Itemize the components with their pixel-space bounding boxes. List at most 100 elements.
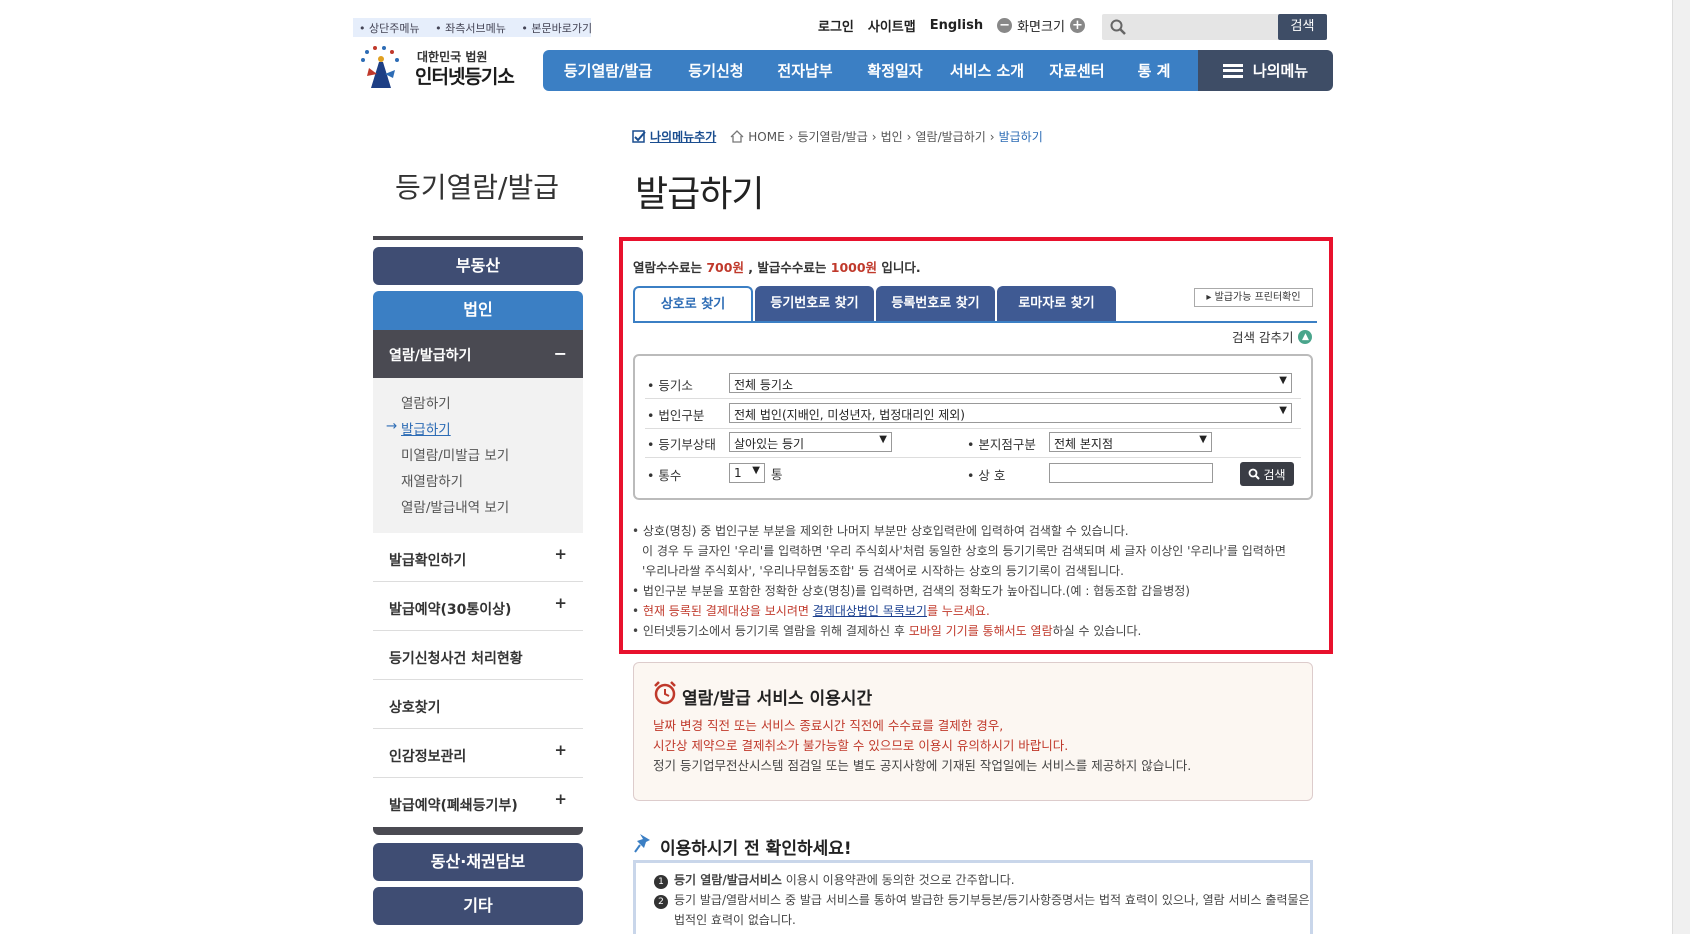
check-before-use-title: 이용하시기 전 확인하세요! [660, 839, 852, 859]
zoom-in-icon[interactable]: + [1069, 18, 1085, 33]
tab-by-registry-number[interactable]: 등기번호로 찾기 [755, 286, 874, 322]
sidebar-sub-issue[interactable]: 발급하기 [386, 418, 583, 444]
registry-status-value: 살아있는 등기 [734, 437, 805, 451]
expand-icon[interactable]: + [554, 594, 567, 612]
form-search-button[interactable]: 검색 [1240, 462, 1294, 486]
skip-links: • 상단주메뉴 • 좌측서브메뉴 • 본문바로가기 [353, 18, 592, 37]
company-name-input[interactable] [1049, 463, 1213, 483]
form-divider [645, 428, 1301, 429]
view-fee: 700원 [706, 260, 744, 275]
collapse-icon[interactable]: − [554, 344, 567, 363]
sidebar-sub-review[interactable]: 재열람하기 [401, 470, 583, 496]
search-icon [1110, 19, 1126, 35]
english-link[interactable]: English [930, 18, 983, 33]
sidebar-item-etc[interactable]: 기타 [373, 887, 583, 925]
corp-type-select[interactable]: 전체 법인(지배인, 미성년자, 법정대리인 제외) ▼ [729, 403, 1292, 423]
breadcrumb-view-issue[interactable]: 열람/발급하기 [915, 128, 985, 145]
search-icon [1249, 468, 1261, 480]
dropdown-arrow-icon: ▼ [1279, 375, 1287, 386]
hide-search-toggle[interactable]: 검색 감추기 ▲ [1232, 327, 1313, 346]
service-line: 정기 등기업무전산시스템 점검일 또는 별도 공지사항에 기재된 작업일에는 서… [653, 758, 1192, 773]
check-item: 2 등기 발급/열람서비스 중 발급 서비스를 통하여 발급한 등기부등본/등기사… [654, 890, 1310, 910]
sidebar-top-bar [373, 236, 583, 240]
sidebar-item-label: 발급예약(30통이상) [389, 602, 512, 618]
sidebar-item-case-status[interactable]: 등기신청사건 처리현황 [373, 631, 583, 680]
skip-link-sub-menu[interactable]: • 좌측서브메뉴 [435, 22, 512, 35]
nav-registry-view[interactable]: 등기열람/발급 [543, 60, 673, 81]
sidebar-item-issue-check[interactable]: 발급확인하기 + [373, 533, 583, 582]
expand-icon[interactable]: + [554, 741, 567, 759]
copies-label: 통수 [647, 465, 681, 484]
payment-target-list-link[interactable]: 결제대상법인 목록보기 [813, 604, 927, 618]
skip-link-content[interactable]: • 본문바로가기 [521, 22, 598, 35]
nav-statistics[interactable]: 통 계 [1119, 60, 1189, 81]
breadcrumb-home[interactable]: HOME [748, 130, 784, 144]
tab-by-name[interactable]: 상호로 찾기 [633, 286, 753, 323]
breadcrumb-corporation[interactable]: 법인 [881, 128, 903, 145]
sidebar-sub-unviewed[interactable]: 미열람/미발급 보기 [401, 444, 583, 470]
registry-status-label: 등기부상태 [647, 434, 716, 453]
sidebar-group-view-issue[interactable]: 열람/발급하기 − [373, 330, 583, 378]
note-item: • 인터넷등기소에서 등기기록 열람을 위해 결제하신 후 모바일 기기를 통해… [632, 624, 1142, 638]
nav-resources[interactable]: 자료센터 [1035, 60, 1119, 81]
registry-office-select[interactable]: 전체 등기소 ▼ [729, 373, 1292, 393]
branch-type-label: 본지점구분 [967, 434, 1036, 453]
expand-icon[interactable]: + [554, 790, 567, 808]
sidebar-item-label: 발급예약(폐쇄등기부) [389, 798, 518, 814]
form-search-label: 검색 [1263, 467, 1286, 482]
login-link[interactable]: 로그인 [818, 16, 854, 35]
branch-type-value: 전체 본지점 [1054, 437, 1114, 451]
branch-type-select[interactable]: 전체 본지점 ▼ [1049, 432, 1212, 452]
dropdown-arrow-icon: ▼ [752, 465, 760, 476]
note-item: • 상호(명칭) 중 법인구분 부분을 제외한 나머지 부분만 상호입력란에 입… [632, 524, 1129, 538]
search-button[interactable]: 검색 [1278, 14, 1327, 40]
check-before-use-list: 1 등기 열람/발급서비스 이용시 이용약관에 동의한 것으로 간주합니다. 2등… [654, 870, 1310, 930]
dropdown-arrow-icon: ▼ [1199, 434, 1207, 445]
breadcrumb-separator: › [989, 129, 995, 144]
registry-status-select[interactable]: 살아있는 등기 ▼ [729, 432, 892, 452]
fee-text: , 발급수수료는 [743, 260, 831, 275]
sidebar-item-issue-reserve[interactable]: 발급예약(30통이상) + [373, 582, 583, 631]
sidebar-title: 등기열람/발급 [395, 171, 559, 204]
breadcrumb-separator: › [906, 129, 912, 144]
copies-unit: 통 [771, 467, 783, 482]
logo[interactable]: 대한민국 법원 인터넷등기소 [357, 42, 527, 92]
nav-fixed-date[interactable]: 확정일자 [851, 60, 939, 81]
expand-icon[interactable]: + [554, 545, 567, 563]
nav-service-intro[interactable]: 서비스 소개 [939, 60, 1035, 81]
sidebar-sub-history[interactable]: 열람/발급내역 보기 [401, 496, 583, 522]
sitemap-link[interactable]: 사이트맵 [868, 16, 916, 35]
sidebar-item-closed-reserve[interactable]: 발급예약(폐쇄등기부) + [373, 778, 583, 827]
breadcrumb-registry[interactable]: 등기열람/발급 [797, 128, 867, 145]
sidebar-item-movable[interactable]: 동산·채권담보 [373, 843, 583, 881]
chevron-up-icon: ▲ [1298, 329, 1313, 344]
service-line: 날짜 변경 직전 또는 서비스 종료시간 직전에 수수료를 결제한 경우, [653, 718, 1004, 733]
printer-check-button[interactable]: ▸ 발급가능 프린터확인 [1194, 288, 1313, 307]
check-item: 1 등기 열람/발급서비스 이용시 이용약관에 동의한 것으로 간주합니다. [654, 870, 1310, 890]
checkbox-icon [632, 129, 646, 143]
zoom-out-icon[interactable]: − [997, 18, 1013, 33]
nav-registry-apply[interactable]: 등기신청 [673, 60, 759, 81]
logo-title: 인터넷등기소 [415, 66, 515, 88]
my-menu-button[interactable]: 나의메뉴 [1198, 50, 1333, 91]
number-badge: 2 [654, 895, 668, 909]
add-my-menu-link[interactable]: 나의메뉴추가 [650, 128, 716, 145]
page-title: 발급하기 [635, 174, 764, 215]
copies-select[interactable]: 1 ▼ [729, 463, 765, 483]
sidebar-item-seal-info[interactable]: 인감정보관리 + [373, 729, 583, 778]
sidebar-sub-view[interactable]: 열람하기 [401, 392, 583, 418]
tab-by-roman[interactable]: 로마자로 찾기 [997, 286, 1116, 322]
hide-search-label: 검색 감추기 [1232, 330, 1294, 345]
fee-text: 열람수수료는 [633, 260, 707, 275]
tab-by-registration-number[interactable]: 등록번호로 찾기 [876, 286, 995, 322]
skip-link-main-menu[interactable]: • 상단주메뉴 [359, 22, 426, 35]
number-badge: 1 [654, 875, 668, 889]
home-icon [730, 130, 744, 143]
sidebar-item-corporation[interactable]: 법인 [373, 291, 583, 330]
sidebar-item-name-search[interactable]: 상호찾기 [373, 680, 583, 729]
nav-e-payment[interactable]: 전자납부 [759, 60, 851, 81]
alarm-clock-icon [654, 681, 676, 705]
sidebar-item-real-estate[interactable]: 부동산 [373, 247, 583, 285]
page-scrollbar[interactable] [1672, 0, 1690, 934]
service-hours-title: 열람/발급 서비스 이용시간 [682, 689, 873, 709]
